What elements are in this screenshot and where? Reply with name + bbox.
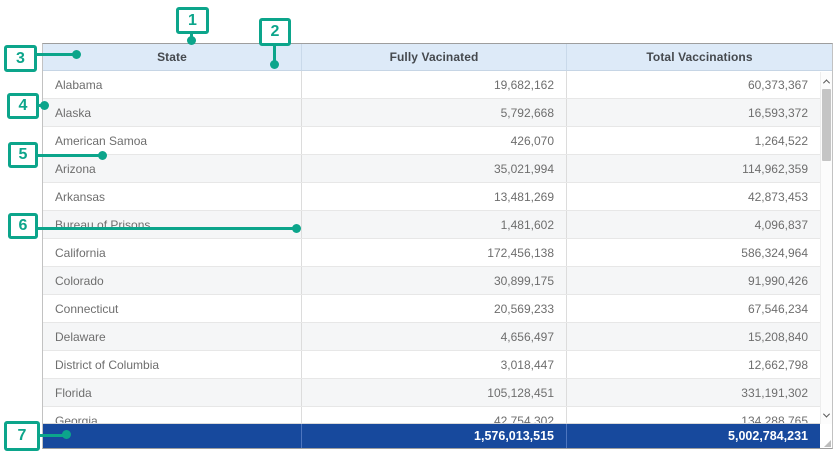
total-fully-vacinated-cell: 1,576,013,515: [301, 424, 566, 448]
value-cell: 114,962,359: [566, 155, 820, 182]
callout-1-dot: [187, 36, 196, 45]
value-cell: 16,593,372: [566, 99, 820, 126]
state-cell: Florida: [43, 379, 301, 406]
state-cell: Connecticut: [43, 295, 301, 322]
callout-5-label: 5: [19, 146, 28, 164]
table-row[interactable]: Georgia42,754,302134,288,765: [43, 407, 820, 423]
value-cell: 134,288,765: [566, 407, 820, 423]
column-header-total-vaccinations[interactable]: Total Vaccinations: [566, 44, 832, 70]
value-cell: 35,021,994: [301, 155, 566, 182]
table-header-row: State Fully Vacinated Total Vaccinations: [43, 44, 832, 71]
table-row[interactable]: Alabama19,682,16260,373,367: [43, 71, 820, 99]
value-cell: 13,481,269: [301, 183, 566, 210]
vaccination-table: State Fully Vacinated Total Vaccinations…: [42, 43, 833, 449]
table-body: Alabama19,682,16260,373,367Alaska5,792,6…: [43, 71, 832, 423]
callout-6-label: 6: [19, 217, 28, 235]
value-cell: 15,208,840: [566, 323, 820, 350]
table-row[interactable]: Alaska5,792,66816,593,372: [43, 99, 820, 127]
value-cell: 4,096,837: [566, 211, 820, 238]
state-cell: Arkansas: [43, 183, 301, 210]
callout-4-dot: [40, 101, 49, 110]
value-cell: 42,873,453: [566, 183, 820, 210]
table-total-row: 1,576,013,515 5,002,784,231: [43, 423, 832, 448]
callout-3-line: [36, 53, 76, 56]
table-row[interactable]: District of Columbia3,018,44712,662,798: [43, 351, 820, 379]
value-cell: 91,990,426: [566, 267, 820, 294]
chevron-down-icon: [823, 410, 830, 417]
value-cell: 105,128,451: [301, 379, 566, 406]
table-row[interactable]: Arizona35,021,994114,962,359: [43, 155, 820, 183]
value-cell: 586,324,964: [566, 239, 820, 266]
callout-1-box: 1: [176, 7, 209, 34]
value-cell: 4,656,497: [301, 323, 566, 350]
value-cell: 60,373,367: [566, 71, 820, 98]
table-row[interactable]: Connecticut20,569,23367,546,234: [43, 295, 820, 323]
total-state-cell: [43, 424, 301, 448]
table-row[interactable]: Bureau of Prisons1,481,6024,096,837: [43, 211, 820, 239]
vertical-scrollbar[interactable]: [820, 72, 832, 424]
value-cell: 67,546,234: [566, 295, 820, 322]
value-cell: 12,662,798: [566, 351, 820, 378]
callout-2-label: 2: [271, 23, 280, 41]
state-cell: Alabama: [43, 71, 301, 98]
callout-5-box: 5: [8, 142, 38, 168]
chevron-up-icon: [823, 79, 830, 86]
callout-5-dot: [98, 151, 107, 160]
scrollbar-thumb[interactable]: [822, 89, 831, 161]
callout-3-dot: [72, 50, 81, 59]
table-row[interactable]: Florida105,128,451331,191,302: [43, 379, 820, 407]
value-cell: 30,899,175: [301, 267, 566, 294]
state-cell: California: [43, 239, 301, 266]
table-row[interactable]: Colorado30,899,17591,990,426: [43, 267, 820, 295]
callout-7-label: 7: [18, 427, 27, 445]
column-header-state[interactable]: State: [43, 44, 301, 70]
state-cell: Alaska: [43, 99, 301, 126]
callout-5-line: [37, 154, 100, 157]
callout-4-box: 4: [7, 93, 39, 119]
callout-7-box: 7: [4, 421, 40, 451]
dashboard-canvas: State Fully Vacinated Total Vaccinations…: [0, 0, 833, 453]
table-row[interactable]: Delaware4,656,49715,208,840: [43, 323, 820, 351]
callout-2-box: 2: [259, 18, 291, 46]
state-cell: Arizona: [43, 155, 301, 182]
callout-3-label: 3: [16, 50, 25, 68]
value-cell: 20,569,233: [301, 295, 566, 322]
state-cell: Colorado: [43, 267, 301, 294]
state-cell: American Samoa: [43, 127, 301, 154]
callout-2-line: [273, 45, 276, 61]
callout-2-dot: [270, 60, 279, 69]
table-row[interactable]: California172,456,138586,324,964: [43, 239, 820, 267]
callout-7-dot: [62, 430, 71, 439]
scroll-up-button[interactable]: [821, 74, 832, 88]
callout-6-line: [37, 227, 294, 230]
callout-1-label: 1: [188, 12, 197, 30]
resize-grip-icon: [824, 440, 831, 447]
value-cell: 1,481,602: [301, 211, 566, 238]
value-cell: 331,191,302: [566, 379, 820, 406]
column-header-fully-vacinated[interactable]: Fully Vacinated: [301, 44, 566, 70]
value-cell: 19,682,162: [301, 71, 566, 98]
callout-4-label: 4: [19, 97, 28, 115]
state-cell: Georgia: [43, 407, 301, 423]
value-cell: 42,754,302: [301, 407, 566, 423]
value-cell: 172,456,138: [301, 239, 566, 266]
value-cell: 1,264,522: [566, 127, 820, 154]
state-cell: Bureau of Prisons: [43, 211, 301, 238]
value-cell: 426,070: [301, 127, 566, 154]
table-row[interactable]: American Samoa426,0701,264,522: [43, 127, 820, 155]
scroll-down-button[interactable]: [821, 408, 832, 422]
total-vaccinations-cell: 5,002,784,231: [566, 424, 820, 448]
callout-3-box: 3: [4, 45, 37, 72]
state-cell: Delaware: [43, 323, 301, 350]
table-row[interactable]: Arkansas13,481,26942,873,453: [43, 183, 820, 211]
callout-6-dot: [292, 224, 301, 233]
callout-6-box: 6: [8, 213, 38, 239]
value-cell: 3,018,447: [301, 351, 566, 378]
state-cell: District of Columbia: [43, 351, 301, 378]
scrollbar-corner: [820, 424, 832, 448]
value-cell: 5,792,668: [301, 99, 566, 126]
